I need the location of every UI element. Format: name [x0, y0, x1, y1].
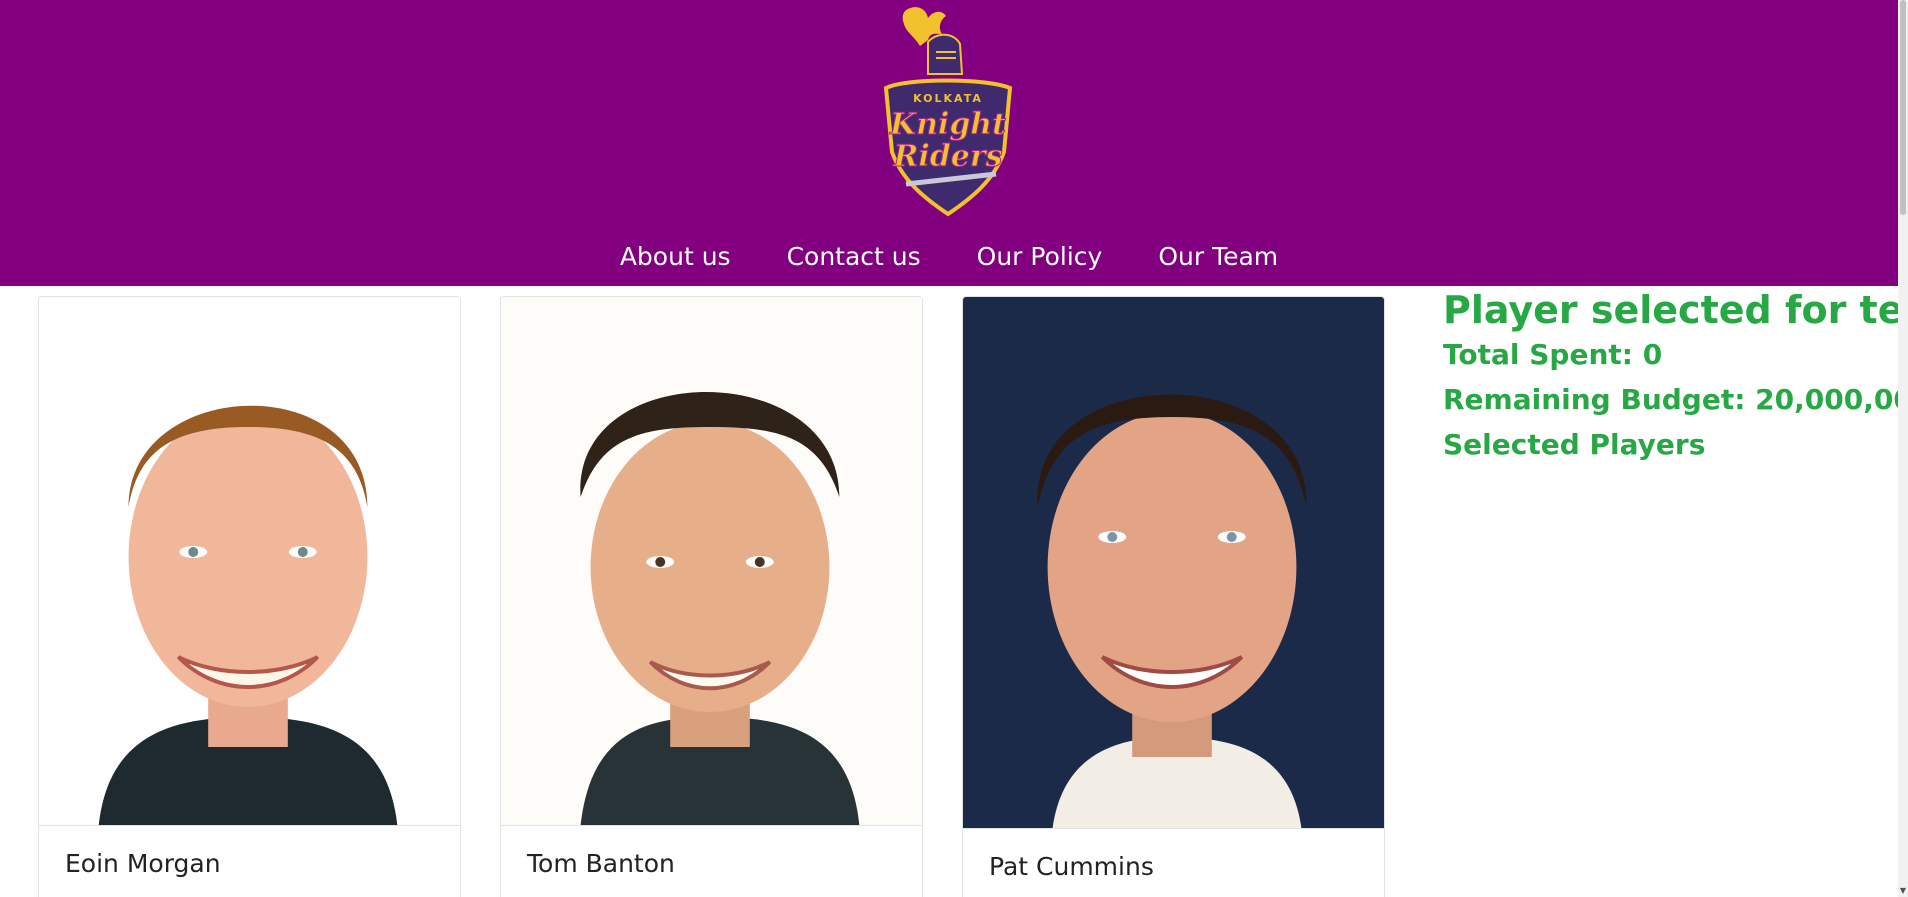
scrollbar-thumb[interactable]	[1900, 0, 1906, 215]
remaining-budget: Remaining Budget: 20,000,000	[1443, 383, 1908, 416]
card-divider	[39, 825, 460, 826]
main-nav: About us Contact us Our Policy Our Team	[0, 236, 1898, 276]
total-spent: Total Spent: 0	[1443, 338, 1663, 371]
logo-text-main: Knight	[889, 107, 1006, 142]
page: KOLKATA Knight Riders About us Contact u…	[0, 0, 1908, 897]
team-summary: Player selected for team Total Spent: 0 …	[1443, 288, 1908, 473]
vertical-scrollbar[interactable]: ▼	[1898, 0, 1908, 897]
logo-text-top: KOLKATA	[913, 92, 983, 105]
nav-our-team[interactable]: Our Team	[1158, 242, 1278, 271]
player-card[interactable]: Pat Cummins	[962, 296, 1385, 897]
scroll-down-icon[interactable]: ▼	[1898, 885, 1908, 897]
nav-contact-us[interactable]: Contact us	[787, 242, 921, 271]
site-header: KOLKATA Knight Riders About us Contact u…	[0, 0, 1898, 286]
player-photo	[963, 297, 1384, 828]
player-name: Eoin Morgan	[65, 849, 221, 878]
player-photo	[501, 297, 922, 825]
kkr-logo[interactable]: KOLKATA Knight Riders	[876, 2, 1020, 224]
logo-text-sub: Riders	[892, 139, 1002, 174]
logo-helmet	[927, 33, 964, 75]
player-name: Tom Banton	[527, 849, 675, 878]
card-divider	[501, 825, 922, 826]
selected-players-heading: Selected Players	[1443, 428, 1706, 461]
nav-about-us[interactable]: About us	[620, 242, 731, 271]
player-card[interactable]: Eoin Morgan	[38, 296, 461, 897]
card-divider	[963, 828, 1384, 829]
player-name: Pat Cummins	[989, 852, 1154, 881]
summary-title: Player selected for team	[1443, 288, 1908, 332]
player-card[interactable]: Tom Banton	[500, 296, 923, 897]
nav-our-policy[interactable]: Our Policy	[977, 242, 1103, 271]
player-photo	[39, 297, 460, 825]
